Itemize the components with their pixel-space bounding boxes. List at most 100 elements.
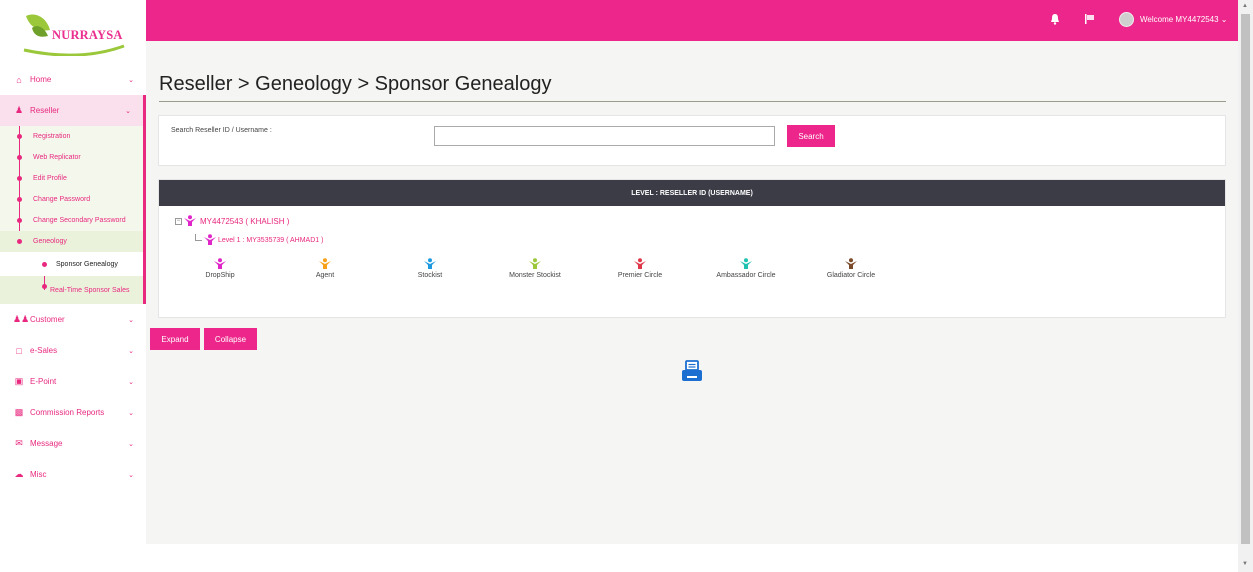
- geneology-submenu: Sponsor Genealogy Real-Time Sponsor Sale…: [0, 252, 146, 304]
- subnav-sponsor-genealogy[interactable]: Sponsor Genealogy: [0, 252, 146, 276]
- legend-label: Monster Stockist: [509, 272, 561, 279]
- subnav-geneology[interactable]: Geneology: [0, 231, 143, 252]
- legend-label: Premier Circle: [617, 272, 663, 279]
- cloud-icon: ☁: [14, 469, 24, 479]
- home-icon: ⌂: [16, 74, 22, 85]
- sidebar-item-commission-reports[interactable]: ▩ Commission Reports ⌄: [0, 397, 146, 428]
- sidebar-item-label: Message: [30, 439, 63, 448]
- subnav-label: Sponsor Genealogy: [56, 260, 118, 268]
- scroll-thumb[interactable]: [1241, 14, 1250, 544]
- sidebar-item-label: Reseller: [30, 106, 60, 115]
- chevron-down-icon: ⌄: [128, 316, 134, 324]
- bullet: [17, 239, 22, 244]
- subnav-change-password[interactable]: Change Password: [0, 189, 143, 210]
- tree-header: LEVEL : RESELLER ID (USERNAME): [159, 180, 1225, 206]
- legend-item: Monster Stockist: [495, 258, 575, 279]
- page-scrollbar[interactable]: ▲ ▼: [1238, 0, 1253, 572]
- person-icon: [214, 258, 226, 269]
- person-icon: [184, 215, 196, 226]
- brand-name: NURRAYSA: [52, 28, 123, 42]
- avatar[interactable]: [1119, 12, 1134, 27]
- bullet: [42, 284, 47, 289]
- chevron-down-icon: ⌄: [128, 378, 134, 386]
- sidebar-item-message[interactable]: ✉ Message ⌄: [0, 428, 146, 459]
- legend-item: DropShip: [180, 258, 260, 279]
- bullet: [17, 134, 22, 139]
- sidebar-item-label: Home: [30, 75, 52, 84]
- subnav-change-secondary-password[interactable]: Change Secondary Password: [0, 210, 143, 231]
- cart-icon: □: [16, 345, 22, 356]
- genealogy-tree-panel: LEVEL : RESELLER ID (USERNAME) − MY44725…: [158, 179, 1226, 318]
- legend-label: Gladiator Circle: [826, 272, 876, 279]
- scroll-down-icon[interactable]: ▼: [1242, 561, 1248, 567]
- user-icon: ♟: [14, 105, 24, 115]
- sidebar-item-label: Misc: [30, 470, 47, 479]
- collapse-node-icon[interactable]: −: [175, 217, 182, 225]
- sidebar-item-e-point[interactable]: ▣ E-Point ⌄: [0, 366, 146, 397]
- legend-label: Ambassador Circle: [716, 272, 776, 279]
- sidebar-item-label: E-Point: [30, 377, 57, 386]
- sidebar-item-reseller[interactable]: ♟ Reseller ⌄: [0, 95, 146, 126]
- sidebar-item-e-sales[interactable]: □ e-Sales ⌄: [0, 335, 146, 366]
- sidebar-item-label: e-Sales: [30, 346, 58, 355]
- money-icon: ▣: [14, 376, 24, 386]
- tree-node-level1[interactable]: Level 1 : MY3535739 ( AHMAD1 ): [195, 234, 323, 246]
- bullet: [17, 176, 22, 181]
- bell-icon[interactable]: [1050, 13, 1060, 25]
- flag-icon[interactable]: [1084, 13, 1095, 25]
- subnav-label: Registration: [33, 133, 71, 140]
- tree-connector: [195, 234, 202, 241]
- sidebar-item-customer[interactable]: ♟♟ Customer ⌄: [0, 304, 146, 335]
- search-panel: Search Reseller ID / Username : Search: [158, 115, 1226, 166]
- bullet: [42, 261, 47, 267]
- users-icon: ♟♟: [13, 314, 30, 324]
- sidebar-item-misc[interactable]: ☁ Misc ⌄: [0, 459, 146, 490]
- person-icon: [740, 258, 752, 269]
- subnav-label: Change Password: [33, 196, 91, 203]
- legend-item: Ambassador Circle: [706, 258, 786, 279]
- subnav-edit-profile[interactable]: Edit Profile: [0, 168, 143, 189]
- sidebar: NURRAYSA ⌂ Home ⌄ ♟ Reseller ⌄ Registrat…: [0, 0, 146, 572]
- person-icon: [845, 258, 857, 269]
- person-icon: [319, 258, 331, 269]
- sidebar-item-label: Customer: [30, 315, 65, 324]
- subnav-label: Change Secondary Password: [33, 217, 126, 224]
- person-icon: [634, 258, 646, 269]
- legend-label: DropShip: [205, 272, 235, 279]
- sidebar-item-label: Commission Reports: [30, 408, 105, 417]
- legend-item: Agent: [285, 258, 365, 279]
- chevron-down-icon: ⌄: [125, 107, 131, 115]
- subnav-label: Real-Time Sponsor Sales: [50, 286, 130, 294]
- collapse-button[interactable]: Collapse: [204, 328, 257, 350]
- search-input[interactable]: [434, 126, 775, 146]
- bullet: [17, 197, 22, 202]
- chevron-down-icon: ⌄: [128, 76, 134, 84]
- main-content: Reseller > Geneology > Sponsor Genealogy…: [146, 41, 1238, 544]
- sidebar-item-home[interactable]: ⌂ Home ⌄: [0, 64, 146, 95]
- tree-node-label: MY4472543 ( KHALISH ): [200, 216, 290, 226]
- reseller-submenu: Registration Web Replicator Edit Profile…: [0, 126, 146, 304]
- search-button[interactable]: Search: [787, 125, 835, 147]
- logo[interactable]: NURRAYSA: [0, 0, 146, 62]
- subnav-label: Edit Profile: [33, 175, 67, 182]
- search-label: Search Reseller ID / Username :: [171, 127, 272, 134]
- printer-icon[interactable]: [680, 360, 704, 384]
- welcome-menu[interactable]: Welcome MY4472543 ⌄: [1140, 15, 1228, 24]
- welcome-text: Welcome MY4472543: [1140, 15, 1219, 24]
- subnav-real-time-sponsor-sales[interactable]: Real-Time Sponsor Sales: [0, 276, 143, 304]
- legend-label: Agent: [315, 272, 335, 279]
- page-title: Reseller > Geneology > Sponsor Genealogy: [159, 73, 552, 95]
- scroll-up-icon[interactable]: ▲: [1242, 3, 1248, 9]
- subnav-web-replicator[interactable]: Web Replicator: [0, 147, 143, 168]
- bullet: [17, 218, 22, 223]
- top-bar: Welcome MY4472543 ⌄: [146, 0, 1238, 41]
- subnav-label: Web Replicator: [33, 154, 81, 161]
- subnav-label: Geneology: [33, 238, 67, 245]
- tree-node-label: Level 1 : MY3535739 ( AHMAD1 ): [218, 236, 324, 244]
- legend-item: Gladiator Circle: [811, 258, 891, 279]
- chevron-down-icon: ⌄: [128, 471, 134, 479]
- expand-button[interactable]: Expand: [150, 328, 200, 350]
- subnav-registration[interactable]: Registration: [0, 126, 143, 147]
- person-icon: [204, 234, 216, 245]
- tree-node-root[interactable]: − MY4472543 ( KHALISH ): [175, 215, 289, 227]
